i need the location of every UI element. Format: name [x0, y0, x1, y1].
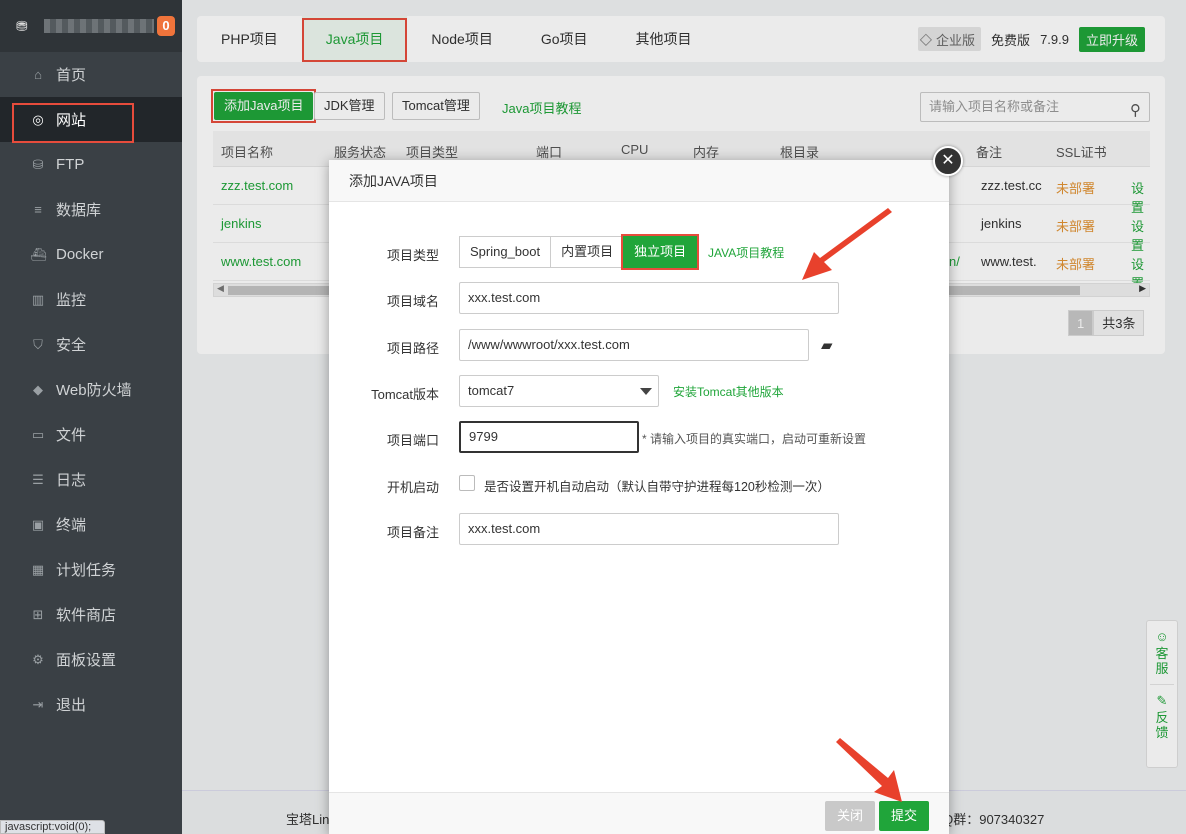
sidebar-item-8[interactable]: ▭ 文件 — [0, 412, 182, 457]
sidebar-item-6[interactable]: ⛉ 安全 — [0, 322, 182, 367]
sidebar-item-10[interactable]: ▣ 终端 — [0, 502, 182, 547]
close-icon[interactable]: ✕ — [933, 146, 963, 176]
sidebar-item-0[interactable]: ⌂ 首页 — [0, 52, 182, 97]
globe-icon: ◎ — [32, 111, 44, 127]
logout-icon: ⇥ — [32, 696, 44, 712]
apps-icon: ⊞ — [32, 606, 44, 622]
sidebar-item-9[interactable]: ☰ 日志 — [0, 457, 182, 502]
tomcat-label: Tomcat版本 — [371, 387, 439, 402]
submit-button[interactable]: 提交 — [879, 801, 930, 831]
sidebar-item-label: 网站 — [56, 112, 87, 129]
project-type-selector: Spring_boot 内置项目 独立项目 — [459, 234, 700, 270]
port-input[interactable]: 9799 — [459, 421, 639, 453]
firewall-icon: ◆ — [33, 381, 43, 397]
monitor-icon: ▥ — [31, 291, 45, 307]
sidebar-item-7[interactable]: ◆ Web防火墙 — [0, 367, 182, 412]
type-standalone[interactable]: 独立项目 — [621, 234, 700, 270]
dialog-title: 添加JAVA项目 — [329, 160, 949, 202]
domain-label: 项目域名 — [386, 294, 439, 309]
tomcat-selected-value: tomcat7 — [468, 383, 515, 398]
notification-badge[interactable]: 0 — [157, 16, 175, 36]
add-java-project-dialog: 添加JAVA项目 项目类型 Spring_boot 内置项目 独立项目 JAVA… — [329, 160, 949, 834]
ftp-icon: ⛁ — [32, 156, 44, 172]
sidebar-item-1[interactable]: ◎ 网站 — [0, 97, 182, 143]
sidebar-item-14[interactable]: ⇥ 退出 — [0, 682, 182, 727]
sidebar-item-label: Docker — [56, 246, 104, 263]
dialog-footer: 关闭 提交 — [329, 792, 949, 834]
sidebar-header: ⛃ — [0, 0, 182, 52]
type-spring-boot[interactable]: Spring_boot — [459, 236, 552, 268]
sidebar-item-12[interactable]: ⊞ 软件商店 — [0, 592, 182, 637]
sidebar: ⛃ 0 ⌂ 首页 ◎ 网站 ⛁ FTP ≡ 数据库 ⛴ Docker ▥ 监控 ⛉ 安全 ◆ Web防火墙 ▭ 文… — [0, 0, 182, 834]
folder-open-icon[interactable]: ▰ — [821, 336, 833, 354]
port-tip: * 请输入项目的真实端口，启动可重新设置 — [642, 432, 867, 446]
shield-icon: ⛉ — [33, 336, 43, 352]
sidebar-item-label: 安全 — [56, 337, 87, 354]
autostart-checkbox[interactable] — [459, 475, 475, 491]
path-input[interactable]: /www/wwwroot/xxx.test.com — [459, 329, 809, 361]
browser-status-bar: javascript:void(0); — [0, 820, 105, 834]
type-builtin[interactable]: 内置项目 — [550, 236, 625, 268]
install-tomcat-link[interactable]: 安装Tomcat其他版本 — [673, 383, 784, 400]
sidebar-item-label: 日志 — [56, 472, 87, 489]
sidebar-item-label: Web防火墙 — [56, 382, 132, 399]
sidebar-item-3[interactable]: ≡ 数据库 — [0, 187, 182, 232]
sidebar-item-11[interactable]: ▦ 计划任务 — [0, 547, 182, 592]
close-button[interactable]: 关闭 — [825, 801, 876, 831]
sidebar-item-5[interactable]: ▥ 监控 — [0, 277, 182, 322]
sidebar-item-label: 计划任务 — [56, 562, 117, 579]
folder-icon: ▭ — [31, 426, 45, 442]
log-icon: ☰ — [32, 471, 44, 487]
sidebar-item-label: 软件商店 — [56, 607, 117, 624]
domain-input[interactable]: xxx.test.com — [459, 282, 839, 314]
path-label: 项目路径 — [386, 341, 439, 356]
sidebar-item-label: 监控 — [56, 292, 87, 309]
sidebar-item-label: 首页 — [56, 67, 87, 84]
sidebar-item-13[interactable]: ⚙ 面板设置 — [0, 637, 182, 682]
server-icon: ⛃ — [16, 18, 28, 34]
sidebar-item-label: 终端 — [56, 517, 87, 534]
sidebar-item-4[interactable]: ⛴ Docker — [0, 232, 182, 277]
sidebar-item-label: FTP — [56, 156, 85, 173]
docker-icon: ⛴ — [30, 246, 47, 262]
sidebar-item-label: 文件 — [56, 427, 87, 444]
calendar-icon: ▦ — [31, 561, 45, 577]
home-icon: ⌂ — [34, 66, 42, 82]
gear-icon: ⚙ — [32, 651, 44, 667]
server-ip-blurred — [44, 19, 154, 33]
sidebar-item-label: 数据库 — [56, 202, 102, 219]
sidebar-item-label: 面板设置 — [56, 652, 117, 669]
sidebar-menu: ⌂ 首页 ◎ 网站 ⛁ FTP ≡ 数据库 ⛴ Docker ▥ 监控 ⛉ 安全 ◆ Web防火墙 ▭ 文件 ☰ 日志… — [0, 52, 182, 727]
port-label: 项目端口 — [386, 433, 439, 448]
sidebar-item-2[interactable]: ⛁ FTP — [0, 142, 182, 187]
tomcat-version-select[interactable]: tomcat7 — [459, 375, 659, 407]
java-project-tutorial-link[interactable]: JAVA项目教程 — [708, 244, 784, 261]
chevron-down-icon — [640, 388, 652, 395]
terminal-icon: ▣ — [31, 516, 45, 532]
remark-input[interactable]: xxx.test.com — [459, 513, 839, 545]
autostart-description: 是否设置开机自动启动（默认自带守护进程每120秒检测一次） — [484, 480, 830, 494]
autostart-label: 开机启动 — [386, 480, 439, 495]
sidebar-item-label: 退出 — [56, 697, 87, 714]
project-type-label: 项目类型 — [386, 248, 439, 263]
database-icon: ≡ — [34, 201, 42, 217]
remark-label: 项目备注 — [386, 525, 439, 540]
